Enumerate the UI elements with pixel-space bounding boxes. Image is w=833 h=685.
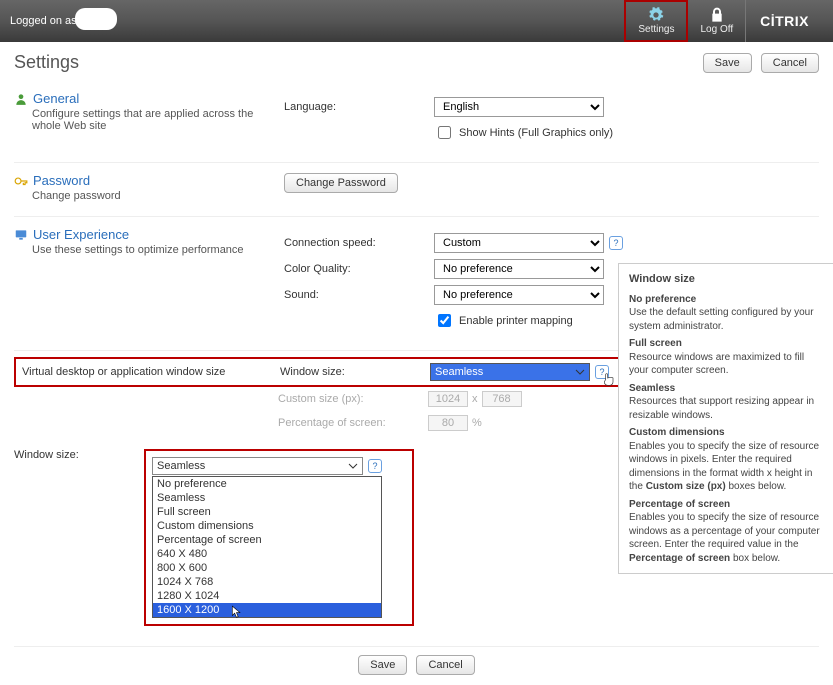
window-size-option[interactable]: Percentage of screen xyxy=(153,533,381,547)
username-redaction xyxy=(75,8,117,30)
custom-width-input[interactable] xyxy=(428,391,468,407)
help-icon[interactable]: ? xyxy=(368,459,382,473)
top-bar: Logged on as: s Settings Log Off CİTRIX xyxy=(0,0,833,42)
monitor-icon xyxy=(14,228,28,242)
general-title: General xyxy=(33,91,79,106)
window-size-select[interactable]: Seamless xyxy=(430,363,590,381)
window-size-option[interactable]: 1600 X 1200 xyxy=(153,603,381,617)
printer-checkbox[interactable] xyxy=(438,314,451,327)
page-title: Settings xyxy=(14,52,79,73)
window-size-option[interactable]: 800 X 600 xyxy=(153,561,381,575)
conn-speed-select[interactable]: Custom xyxy=(434,233,604,253)
change-password-button[interactable]: Change Password xyxy=(284,173,398,193)
sound-label: Sound: xyxy=(284,289,434,301)
printer-label: Enable printer mapping xyxy=(459,315,573,327)
logoff-nav-button[interactable]: Log Off xyxy=(688,0,745,42)
custom-size-label: Custom size (px): xyxy=(278,393,428,405)
custom-height-input[interactable] xyxy=(482,391,522,407)
save-button-bottom[interactable]: Save xyxy=(358,655,407,675)
color-select[interactable]: No preference xyxy=(434,259,604,279)
cursor-hand-icon xyxy=(601,371,617,389)
window-size-option[interactable]: Custom dimensions xyxy=(153,519,381,533)
sound-select[interactable]: No preference xyxy=(434,285,604,305)
virtual-row-label: Virtual desktop or application window si… xyxy=(22,366,280,378)
window-size-option[interactable]: 640 X 480 xyxy=(153,547,381,561)
percentage-label: Percentage of screen: xyxy=(278,417,428,429)
chevron-down-icon xyxy=(348,461,358,471)
cancel-button-top[interactable]: Cancel xyxy=(761,53,819,73)
citrix-brand: CİTRIX xyxy=(745,0,823,42)
logoff-nav-label: Log Off xyxy=(700,24,733,35)
ux-title: User Experience xyxy=(33,227,129,242)
ux-desc: Use these settings to optimize performan… xyxy=(32,244,284,256)
window-size-tooltip: Window size No preferenceUse the default… xyxy=(618,263,833,574)
key-icon xyxy=(14,174,28,188)
conn-speed-label: Connection speed: xyxy=(284,237,434,249)
window-size-option[interactable]: 1024 X 768 xyxy=(153,575,381,589)
language-label: Language: xyxy=(284,101,434,113)
window-size-listbox[interactable]: No preferenceSeamlessFull screenCustom d… xyxy=(152,476,382,618)
window-size-dropdown-field[interactable]: Seamless xyxy=(152,457,363,475)
window-size-option[interactable]: No preference xyxy=(153,477,381,491)
settings-nav-button[interactable]: Settings xyxy=(624,0,688,42)
password-section: Password Change password Change Password xyxy=(14,163,819,217)
help-icon[interactable]: ? xyxy=(609,236,623,250)
show-hints-checkbox[interactable] xyxy=(438,126,451,139)
window-size-option[interactable]: Full screen xyxy=(153,505,381,519)
chevron-down-icon xyxy=(575,367,585,377)
window-size-option[interactable]: Seamless xyxy=(153,491,381,505)
settings-nav-label: Settings xyxy=(638,24,674,35)
show-hints-label: Show Hints (Full Graphics only) xyxy=(459,127,613,139)
window-size-option[interactable]: 1280 X 1024 xyxy=(153,589,381,603)
window-size-dropdown-expanded: Seamless ? No preferenceSeamlessFull scr… xyxy=(144,449,414,626)
password-desc: Change password xyxy=(32,190,284,202)
percentage-input[interactable] xyxy=(428,415,468,431)
save-button-top[interactable]: Save xyxy=(703,53,752,73)
cursor-arrow-icon xyxy=(230,604,244,620)
general-desc: Configure settings that are applied acro… xyxy=(32,108,284,132)
password-title: Password xyxy=(33,173,90,188)
general-section: General Configure settings that are appl… xyxy=(14,81,819,163)
window-size-label-2: Window size: xyxy=(14,449,79,461)
color-label: Color Quality: xyxy=(284,263,434,275)
window-size-label: Window size: xyxy=(280,366,430,378)
cancel-button-bottom[interactable]: Cancel xyxy=(416,655,474,675)
person-icon xyxy=(14,92,28,106)
language-select[interactable]: English xyxy=(434,97,604,117)
lock-icon xyxy=(709,7,725,23)
gear-icon xyxy=(648,7,664,23)
